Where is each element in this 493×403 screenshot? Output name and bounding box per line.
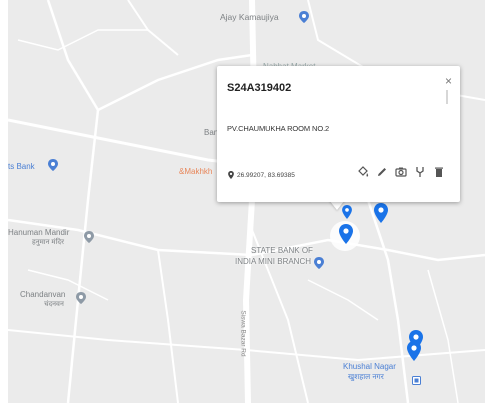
popup-coordinates-text: 26.99207, 83.69385 [237,171,295,179]
popup-scrollbar[interactable] [446,90,448,104]
popup-address: PV.CHAUMUKHA ROOM NO.2 [227,124,330,133]
place-label-chandanvan: Chandanvan [20,290,66,299]
place-label-chandanvan-hindi: चंदनवन [44,301,64,308]
place-label-sbi-line2: INDIA MINI BRANCH [235,257,312,266]
place-pin-icon[interactable] [76,291,86,309]
marker-info-popup: S24A319402 × PV.CHAUMUKHA ROOM NO.2 26.9… [217,66,460,202]
place-label-hanuman-mandir-hindi: हनुमान मंदिर [32,239,65,246]
bank-pin-icon[interactable] [314,256,324,274]
place-label-bank-left: ts Bank [8,162,35,171]
close-icon[interactable]: × [445,75,452,87]
bank-pin-icon[interactable] [48,158,58,176]
location-pin-icon [228,171,234,179]
place-pin-icon[interactable] [299,10,309,28]
location-marker-icon[interactable] [407,341,421,366]
popup-action-bar [357,166,445,178]
popup-title: S24A319402 [227,82,292,94]
location-marker-icon[interactable] [374,203,388,228]
fill-icon[interactable] [357,166,369,178]
place-label-ajay-kamaujiya: Ajay Kamaujiya [220,12,279,22]
popup-coordinates: 26.99207, 83.69385 [228,171,295,179]
place-label-makhkh-partial: &Makhkh [179,167,213,176]
place-square-icon[interactable] [412,372,421,390]
place-label-hanuman-mandir: Hanuman Mandir [8,228,70,237]
pencil-icon[interactable] [376,166,388,178]
place-label-khushal-nagar-hindi: खुशहाल नगर [348,372,384,381]
location-marker-icon[interactable] [339,224,353,249]
place-label-khushal-nagar: Khushal Nagar [343,362,396,371]
fork-icon[interactable] [414,166,426,178]
temple-pin-icon[interactable] [84,230,94,248]
place-label-sbi-line1: STATE BANK OF [251,246,313,255]
road-label-siswa-bazar: Siswa Bazar Rd [239,310,247,357]
trash-icon[interactable] [433,166,445,178]
camera-icon[interactable] [395,166,407,178]
